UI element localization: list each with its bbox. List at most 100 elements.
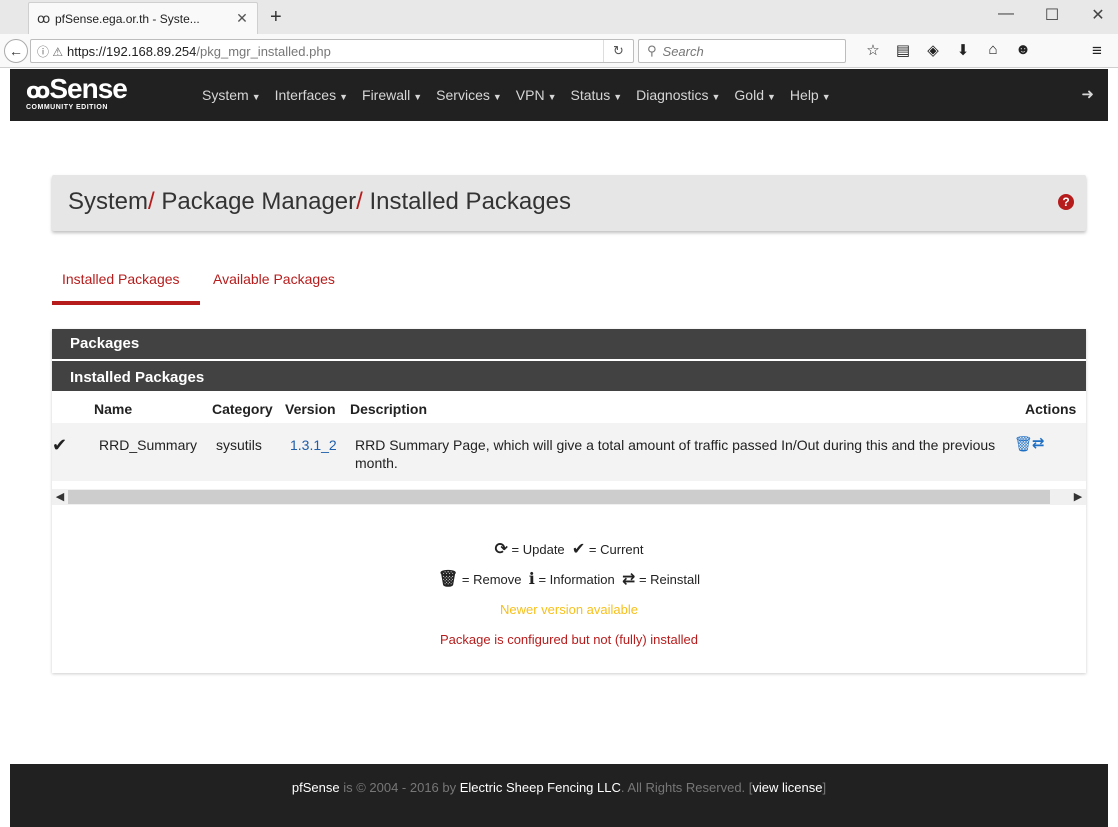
browser-tab[interactable]: ꝏ pfSense.ega.or.th - Syste... ✕ xyxy=(28,2,258,34)
caret-down-icon: ▼ xyxy=(821,92,831,102)
download-icon[interactable]: ⬇ xyxy=(948,41,978,59)
caret-down-icon: ▼ xyxy=(492,92,502,102)
maximize-icon[interactable]: ☐ xyxy=(1032,5,1072,25)
legend-current: = Current xyxy=(588,542,644,557)
site-info-icon[interactable]: ⓘ ⚠ xyxy=(31,43,67,60)
menu-system[interactable]: System ▼ xyxy=(202,87,261,103)
page-footer: pfSense is © 2004 - 2016 by Electric She… xyxy=(10,764,1108,827)
caret-down-icon: ▼ xyxy=(613,92,623,102)
col-description: Description xyxy=(350,401,428,417)
legend-update: = Update xyxy=(511,542,565,557)
footer-brand: pfSense xyxy=(291,780,340,795)
logout-icon[interactable]: ➜ xyxy=(1081,85,1094,103)
breadcrumb-installed-packages[interactable]: Installed Packages xyxy=(370,188,571,215)
browser-tabstrip: ꝏ pfSense.ega.or.th - Syste... ✕ + — ☐ ✕ xyxy=(0,0,1118,34)
url-host: https://192.168.89.254 xyxy=(67,43,197,59)
breadcrumb-system[interactable]: System xyxy=(68,188,148,215)
menu-firewall[interactable]: Firewall ▼ xyxy=(362,87,422,103)
caret-down-icon: ▼ xyxy=(251,92,261,102)
search-placeholder: Search xyxy=(662,43,704,59)
panel-heading: Packages xyxy=(52,329,1086,359)
package-name: RRD_Summary xyxy=(99,437,198,453)
url-text[interactable]: https://192.168.89.254/pkg_mgr_installed… xyxy=(67,44,603,59)
menu-system-label: System xyxy=(202,87,249,103)
menu-vpn[interactable]: VPN ▼ xyxy=(516,87,557,103)
scroll-left-arrow-icon[interactable]: ◀ xyxy=(52,489,68,505)
package-description: RRD Summary Page, which will give a tota… xyxy=(355,437,996,471)
package-category: sysutils xyxy=(216,437,262,453)
back-arrow-icon[interactable]: ← xyxy=(4,39,28,63)
logo-brand-text: Sense xyxy=(49,73,127,104)
hamburger-menu-icon[interactable]: ≡ xyxy=(1092,41,1102,61)
menu-diagnostics[interactable]: Diagnostics ▼ xyxy=(636,87,720,103)
page-content: System/ Package Manager/ Installed Packa… xyxy=(10,121,1108,764)
new-tab-icon[interactable]: + xyxy=(270,6,282,28)
reload-icon[interactable]: ↻ xyxy=(603,40,633,62)
browser-tab-title: pfSense.ega.or.th - Syste... xyxy=(55,11,200,26)
active-tab-indicator xyxy=(52,301,200,305)
menu-vpn-label: VPN xyxy=(515,87,545,103)
tab-available-packages[interactable]: Available Packages xyxy=(213,271,335,287)
breadcrumb-package-manager[interactable]: Package Manager xyxy=(161,188,356,215)
caret-down-icon: ▼ xyxy=(413,92,423,102)
browser-toolbar: ← ⓘ ⚠ https://192.168.89.254/pkg_mgr_ins… xyxy=(0,34,1118,68)
menu-diagnostics-label: Diagnostics xyxy=(636,87,709,103)
home-icon[interactable]: ⌂ xyxy=(978,41,1008,59)
search-icon: ⚲ xyxy=(647,43,657,58)
browser-search-input[interactable]: ⚲ Search xyxy=(638,39,846,63)
smiley-icon[interactable]: ☻ xyxy=(1008,41,1038,59)
close-tab-icon[interactable]: ✕ xyxy=(235,10,249,27)
bookmark-star-icon[interactable]: ☆ xyxy=(858,41,888,59)
scroll-right-arrow-icon[interactable]: ▶ xyxy=(1070,489,1086,505)
menu-help-label: Help xyxy=(789,87,819,103)
menu-interfaces-label: Interfaces xyxy=(274,87,337,103)
caret-down-icon: ▼ xyxy=(711,92,721,102)
footer-copyright: is © 2004 - 2016 by xyxy=(339,780,460,795)
footer-rights: . All Rights Reserved. [ xyxy=(620,780,753,795)
caret-down-icon: ▼ xyxy=(547,92,557,102)
menu-interfaces[interactable]: Interfaces ▼ xyxy=(275,87,348,103)
legend-reinstall: = Reinstall xyxy=(638,572,701,587)
main-menu: System ▼ Interfaces ▼ Firewall ▼ Services ▼ … xyxy=(202,69,845,121)
table-header: Name Category Version Description Action… xyxy=(52,391,1086,423)
menu-gold[interactable]: Gold ▼ xyxy=(734,87,776,103)
reading-list-icon[interactable]: ▤ xyxy=(888,41,918,59)
pfsense-logo[interactable]: ꝏSense COMMUNITY EDITION xyxy=(26,73,128,112)
breadcrumb-separator: / xyxy=(148,188,155,215)
pocket-icon[interactable]: ◈ xyxy=(918,41,948,59)
table-horizontal-scrollbar[interactable]: ◀ ▶ xyxy=(52,489,1086,505)
col-category: Category xyxy=(212,401,273,417)
url-bar[interactable]: ⓘ ⚠ https://192.168.89.254/pkg_mgr_insta… xyxy=(30,39,634,63)
caret-down-icon: ▼ xyxy=(339,92,349,102)
package-version-link[interactable]: 1.3.1_2 xyxy=(290,437,337,453)
legend-newer-version: Newer version available xyxy=(499,602,638,617)
reinstall-icon: ⇄ xyxy=(621,571,636,588)
icon-legend: ⟳ = Update ✔ = Current 🗑 = Remove ℹ = In… xyxy=(52,535,1086,655)
packages-panel: Packages Installed Packages Name Categor… xyxy=(52,329,1086,673)
footer-company-link[interactable]: Electric Sheep Fencing LLC xyxy=(460,780,621,795)
legend-remove: = Remove xyxy=(461,572,522,587)
menu-status[interactable]: Status ▼ xyxy=(571,87,623,103)
tab-installed-packages[interactable]: Installed Packages xyxy=(62,271,180,287)
menu-help[interactable]: Help ▼ xyxy=(790,87,831,103)
reinstall-icon[interactable]: ⇄ xyxy=(1032,434,1045,452)
menu-gold-label: Gold xyxy=(734,87,764,103)
legend-not-installed: Package is configured but not (fully) in… xyxy=(440,632,698,647)
scrollbar-thumb[interactable] xyxy=(68,490,1050,504)
help-question-icon[interactable]: ? xyxy=(1058,194,1074,210)
footer-license-link[interactable]: view license xyxy=(752,780,822,795)
menu-services[interactable]: Services ▼ xyxy=(436,87,502,103)
minimize-icon[interactable]: — xyxy=(986,5,1026,23)
footer-bracket: ] xyxy=(822,780,827,795)
menu-status-label: Status xyxy=(570,87,611,103)
remove-trash-icon[interactable]: 🗑 xyxy=(1014,435,1033,453)
close-window-icon[interactable]: ✕ xyxy=(1078,5,1118,25)
panel-subheading: Installed Packages xyxy=(52,359,1086,391)
information-icon: ℹ xyxy=(528,571,535,588)
legend-information: = Information xyxy=(538,572,615,587)
col-actions: Actions xyxy=(1025,401,1077,417)
trash-icon: 🗑 xyxy=(437,571,459,588)
breadcrumb: System/ Package Manager/ Installed Packa… xyxy=(52,175,1086,231)
table-row: ✔ RRD_Summary sysutils 1.3.1_2 RRD Summa… xyxy=(52,423,1086,481)
menu-services-label: Services xyxy=(436,87,490,103)
